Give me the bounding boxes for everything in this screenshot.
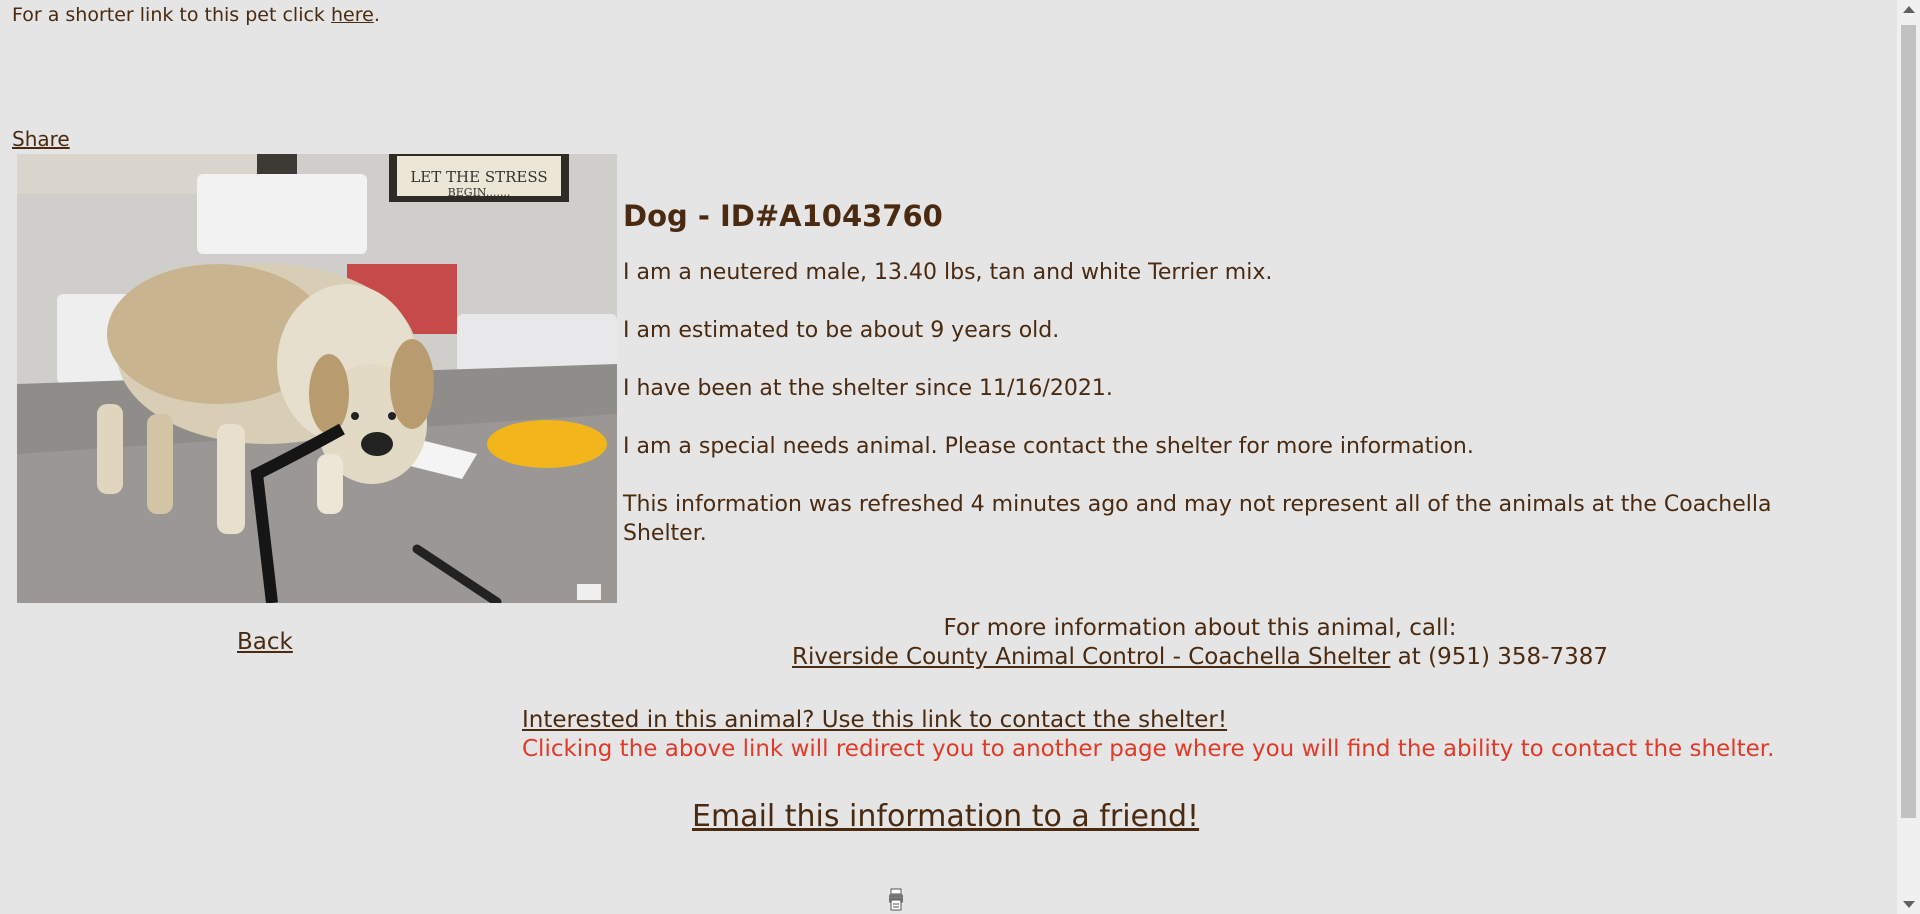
scroll-up-icon[interactable] [1903, 6, 1915, 13]
back-link[interactable]: Back [237, 627, 293, 657]
shorter-link-line: For a shorter link to this pet click her… [12, 2, 380, 28]
scroll-down-icon[interactable] [1903, 901, 1915, 908]
shorter-link-text: For a shorter link to this pet click [12, 4, 331, 26]
svg-text:BEGIN.......: BEGIN....... [448, 186, 511, 199]
pet-photo: LET THE STRESS BEGIN....... [17, 154, 617, 603]
email-friend-link[interactable]: Email this information to a friend! [692, 797, 1199, 837]
call-intro: For more information about this animal, … [943, 615, 1457, 641]
call-line: Riverside County Animal Control - Coache… [620, 643, 1780, 672]
animal-age: I am estimated to be about 9 years old. [623, 318, 1060, 343]
animal-title: Dog - ID#A1043760 [623, 199, 943, 233]
scroll-thumb[interactable] [1901, 25, 1916, 818]
share-link[interactable]: Share [12, 126, 70, 152]
animal-info: Dog - ID#A1043760 I am a neutered male, … [623, 196, 1823, 577]
redirect-note: Clicking the above link will redirect yo… [522, 736, 1775, 762]
animal-special-needs: I am a special needs animal. Please cont… [623, 434, 1474, 459]
refreshed-note: This information was refreshed 4 minutes… [623, 492, 1772, 546]
vertical-scrollbar[interactable] [1897, 0, 1920, 914]
shelter-link[interactable]: Riverside County Animal Control - Coache… [792, 644, 1390, 670]
animal-description: I am a neutered male, 13.40 lbs, tan and… [623, 260, 1273, 285]
pet-detail-page: For a shorter link to this pet click her… [0, 0, 1897, 914]
animal-since: I have been at the shelter since 11/16/2… [623, 376, 1113, 401]
svg-text:LET THE STRESS: LET THE STRESS [410, 168, 547, 186]
call-info: For more information about this animal, … [620, 614, 1780, 672]
contact-shelter-link[interactable]: Interested in this animal? Use this link… [522, 707, 1227, 733]
phone-text: at (951) 358-7387 [1390, 644, 1608, 670]
printer-icon[interactable] [888, 888, 904, 912]
here-link[interactable]: here [331, 4, 374, 26]
period: . [373, 4, 380, 26]
contact-section: Interested in this animal? Use this link… [522, 706, 1774, 764]
